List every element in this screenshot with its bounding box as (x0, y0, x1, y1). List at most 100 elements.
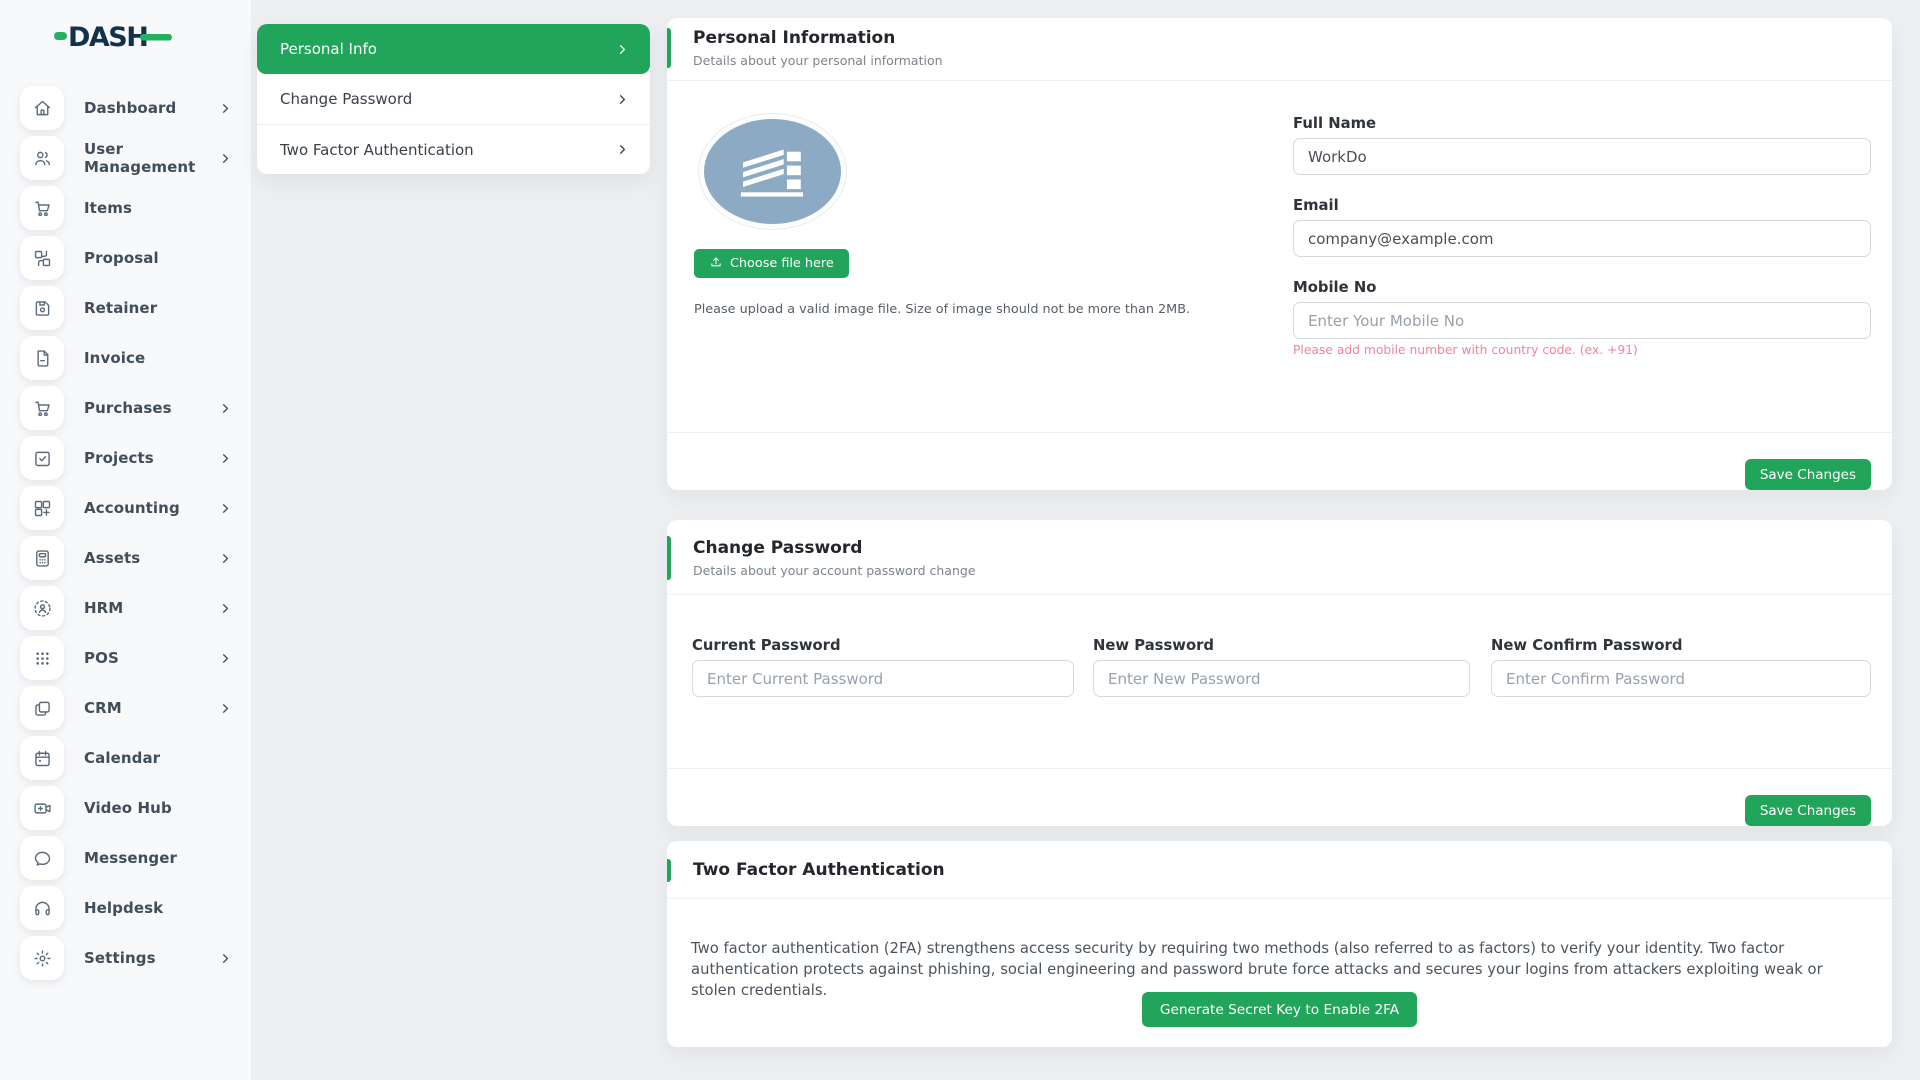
new-password-input[interactable] (1093, 660, 1470, 697)
sidebar-item-helpdesk[interactable]: Helpdesk (20, 886, 241, 930)
upload-icon (709, 255, 723, 273)
sidebar-item-invoice[interactable]: Invoice (20, 336, 241, 380)
sidebar-item-user-management[interactable]: User Management (20, 136, 241, 180)
sidebar-item-items[interactable]: Items (20, 186, 241, 230)
dash-logo: DASH (54, 18, 172, 54)
sidebar-nav: Dashboard User Management Items Proposal… (0, 86, 251, 986)
sidebar-item-pos[interactable]: POS (20, 636, 241, 680)
confirm-password-label: New Confirm Password (1491, 637, 1871, 654)
sidebar-item-settings[interactable]: Settings (20, 936, 241, 980)
company-avatar (704, 119, 841, 224)
sidebar-item-messenger[interactable]: Messenger (20, 836, 241, 880)
home-icon (20, 86, 64, 130)
menu-item-two-factor[interactable]: Two Factor Authentication (257, 124, 650, 174)
gear-icon (20, 936, 64, 980)
card-subtitle: Details about your account password chan… (693, 563, 1868, 578)
sidebar-item-assets[interactable]: Assets (20, 536, 241, 580)
sidebar-item-crm[interactable]: CRM (20, 686, 241, 730)
sidebar-item-label: Items (84, 199, 132, 217)
sidebar-item-label: User Management (84, 140, 218, 176)
sidebar-item-label: Video Hub (84, 799, 172, 817)
personal-info-footer: Save Changes (667, 432, 1892, 490)
sidebar-item-label: Invoice (84, 349, 145, 367)
sidebar-item-projects[interactable]: Projects (20, 436, 241, 480)
choose-file-button[interactable]: Choose file here (694, 249, 849, 278)
chevron-right-icon (218, 451, 233, 466)
email-label: Email (1293, 197, 1871, 214)
chevron-right-icon (218, 701, 233, 716)
two-factor-button-row: Generate Secret Key to Enable 2FA (667, 992, 1892, 1027)
email-input[interactable] (1293, 220, 1871, 257)
save-changes-button[interactable]: Save Changes (1745, 795, 1871, 826)
sidebar-item-label: Accounting (84, 499, 180, 517)
overlap-squares-icon (20, 686, 64, 730)
sidebar-item-label: Helpdesk (84, 899, 163, 917)
chevron-right-icon (218, 101, 233, 116)
upload-hint: Please upload a valid image file. Size o… (694, 302, 1190, 317)
menu-item-label: Change Password (280, 90, 412, 108)
two-factor-card: Two Factor Authentication Two factor aut… (667, 841, 1892, 1047)
sidebar-item-label: Purchases (84, 399, 172, 417)
headphones-icon (20, 886, 64, 930)
sidebar-item-hrm[interactable]: HRM (20, 586, 241, 630)
sidebar-item-dashboard[interactable]: Dashboard (20, 86, 241, 130)
email-field-group: Email (1293, 197, 1871, 257)
sidebar: DASH Dashboard User Management Items Pro… (0, 0, 251, 1080)
users-icon (20, 136, 64, 180)
personal-info-header: Personal Information Details about your … (667, 18, 1892, 81)
chevron-right-icon (218, 651, 233, 666)
full-name-input[interactable] (1293, 138, 1871, 175)
menu-item-change-password[interactable]: Change Password (257, 74, 650, 124)
sidebar-item-label: Projects (84, 449, 154, 467)
sidebar-item-label: POS (84, 649, 119, 667)
card-title: Personal Information (693, 28, 1868, 48)
dots-grid-icon (20, 636, 64, 680)
chevron-right-icon (615, 42, 630, 57)
chat-bubble-icon (20, 836, 64, 880)
mobile-error-hint: Please add mobile number with country co… (1293, 343, 1871, 357)
sidebar-item-video-hub[interactable]: Video Hub (20, 786, 241, 830)
mobile-label: Mobile No (1293, 279, 1871, 296)
current-password-group: Current Password (692, 637, 1074, 697)
chevron-right-icon (218, 151, 233, 166)
sidebar-item-accounting[interactable]: Accounting (20, 486, 241, 530)
current-password-label: Current Password (692, 637, 1074, 654)
check-square-icon (20, 436, 64, 480)
chevron-right-icon (218, 951, 233, 966)
current-password-input[interactable] (692, 660, 1074, 697)
calendar-icon (20, 736, 64, 780)
sidebar-item-retainer[interactable]: Retainer (20, 286, 241, 330)
new-password-label: New Password (1093, 637, 1470, 654)
sidebar-item-label: Proposal (84, 249, 159, 267)
generate-secret-key-button[interactable]: Generate Secret Key to Enable 2FA (1142, 992, 1417, 1027)
sidebar-item-calendar[interactable]: Calendar (20, 736, 241, 780)
personal-info-card: Personal Information Details about your … (667, 18, 1892, 490)
grid-plus-icon (20, 486, 64, 530)
person-circle-icon (20, 586, 64, 630)
save-changes-button[interactable]: Save Changes (1745, 459, 1871, 490)
change-password-header: Change Password Details about your accou… (667, 520, 1892, 595)
sidebar-item-label: Messenger (84, 849, 177, 867)
chevron-right-icon (218, 501, 233, 516)
sidebar-item-label: Calendar (84, 749, 160, 767)
card-title: Two Factor Authentication (693, 860, 1868, 880)
menu-item-personal-info[interactable]: Personal Info (257, 24, 650, 74)
sidebar-item-proposal[interactable]: Proposal (20, 236, 241, 280)
change-password-card: Change Password Details about your accou… (667, 520, 1892, 826)
cart-icon (20, 186, 64, 230)
mobile-input[interactable] (1293, 302, 1871, 339)
svg-text:DASH: DASH (68, 22, 147, 53)
mobile-field-group: Mobile No Please add mobile number with … (1293, 279, 1871, 357)
sidebar-item-label: HRM (84, 599, 123, 617)
chevron-right-icon (218, 601, 233, 616)
full-name-label: Full Name (1293, 115, 1871, 132)
menu-item-label: Personal Info (280, 40, 377, 58)
chevron-right-icon (615, 92, 630, 107)
sidebar-item-purchases[interactable]: Purchases (20, 386, 241, 430)
two-factor-header: Two Factor Authentication (667, 841, 1892, 899)
sidebar-item-label: Assets (84, 549, 140, 567)
settings-menu: Personal Info Change Password Two Factor… (257, 24, 650, 174)
confirm-password-input[interactable] (1491, 660, 1871, 697)
sidebar-item-label: Retainer (84, 299, 157, 317)
change-password-footer: Save Changes (667, 768, 1892, 826)
